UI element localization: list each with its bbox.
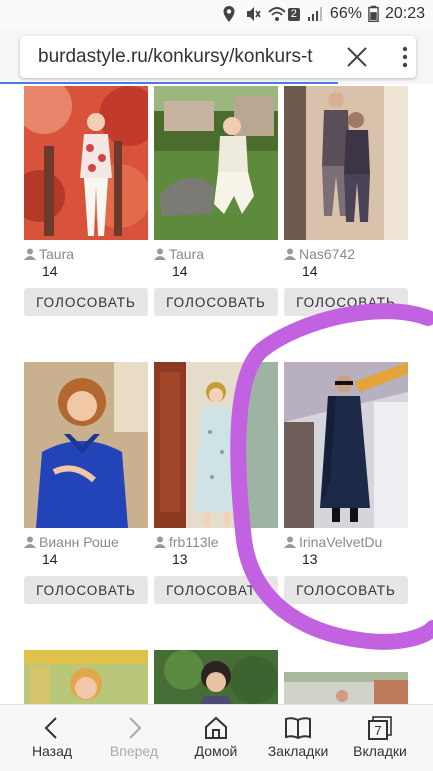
user-icon (154, 248, 166, 260)
author-name: Taura (39, 246, 75, 262)
entry-photo[interactable] (24, 362, 148, 528)
user-icon (284, 248, 296, 260)
entry-photo[interactable] (24, 86, 148, 240)
nav-back[interactable]: Назад (12, 709, 92, 769)
home-icon (205, 716, 227, 739)
nav-bookmarks[interactable]: Закладки (258, 709, 338, 769)
vote-count: 14 (42, 551, 58, 567)
nav-tabs-label: Вкладки (353, 743, 407, 759)
entry-photo[interactable] (284, 672, 408, 704)
user-icon (24, 536, 36, 548)
nav-home-label: Домой (194, 743, 238, 759)
entry-author[interactable]: frb113le (154, 534, 278, 550)
vote-button[interactable]: ГОЛОСОВАТЬ (284, 576, 408, 604)
forward-arrow-icon (129, 717, 142, 739)
vote-button[interactable]: ГОЛОСОВАТЬ (154, 576, 278, 604)
nav-bookmarks-label: Закладки (267, 743, 329, 759)
user-icon (284, 536, 296, 548)
vote-count: 14 (42, 263, 58, 279)
clock: 20:23 (384, 5, 425, 22)
wifi-icon (268, 7, 286, 21)
nav-forward[interactable]: Вперед (94, 709, 174, 769)
entry-photo[interactable] (154, 362, 278, 528)
nav-tabs[interactable]: 7 Вкладки (340, 709, 420, 769)
entry-author[interactable]: IrinaVelvetDu (284, 534, 408, 550)
back-arrow-icon (44, 717, 57, 739)
entry-author[interactable]: Вианн Роше (24, 534, 148, 550)
vote-button[interactable]: ГОЛОСОВАТЬ (24, 288, 148, 316)
entry-author[interactable]: Nas6742 (284, 246, 408, 262)
entry-photo[interactable] (284, 362, 408, 528)
mute-icon (246, 7, 261, 21)
entry-photo[interactable] (24, 650, 148, 704)
author-name: Nas6742 (299, 246, 356, 262)
battery-icon (368, 5, 379, 23)
author-name: IrinaVelvetDu (299, 534, 383, 550)
battery-percent: 66% (329, 5, 362, 22)
vote-button[interactable]: ГОЛОСОВАТЬ (284, 288, 408, 316)
user-icon (24, 248, 36, 260)
signal-icon (307, 7, 322, 21)
vote-count: 14 (302, 263, 318, 279)
nav-forward-label: Вперед (109, 743, 159, 759)
author-name: frb113le (169, 534, 219, 550)
tabs-count: 7 (374, 723, 381, 738)
contest-gallery: Taura 14 ГОЛОСОВАТЬ Taura 14 ГОЛОСОВАТЬ (0, 84, 433, 704)
entry-photo[interactable] (154, 650, 278, 704)
entry-photo[interactable] (154, 86, 278, 240)
vote-count: 13 (302, 551, 318, 567)
author-name: Вианн Роше (39, 534, 119, 550)
user-icon (154, 536, 166, 548)
bottom-navigation: Назад Вперед Домой Закладки 7 Вкладки (0, 704, 433, 771)
entry-photo[interactable] (284, 86, 408, 240)
sim-badge: 2 (287, 7, 300, 21)
close-icon[interactable] (342, 42, 372, 72)
bookmarks-book-icon (285, 717, 311, 740)
nav-home[interactable]: Домой (176, 709, 256, 769)
browser-toolbar: burdastyle.ru/konkursy/konkurs-t (0, 30, 433, 84)
vote-button[interactable]: ГОЛОСОВАТЬ (24, 576, 148, 604)
address-bar[interactable]: burdastyle.ru/konkursy/konkurs-t (20, 36, 416, 78)
status-bar: 2 66% 20:23 (0, 0, 433, 30)
nav-back-label: Назад (31, 743, 73, 759)
vote-button[interactable]: ГОЛОСОВАТЬ (154, 288, 278, 316)
url-text[interactable]: burdastyle.ru/konkursy/konkurs-t (38, 46, 326, 68)
author-name: Taura (169, 246, 205, 262)
location-icon (223, 6, 235, 22)
vote-count: 13 (172, 551, 188, 567)
more-menu-icon[interactable] (390, 42, 420, 72)
entry-author[interactable]: Taura (24, 246, 148, 262)
vote-count: 14 (172, 263, 188, 279)
entry-author[interactable]: Taura (154, 246, 278, 262)
tabs-icon: 7 (368, 716, 392, 740)
